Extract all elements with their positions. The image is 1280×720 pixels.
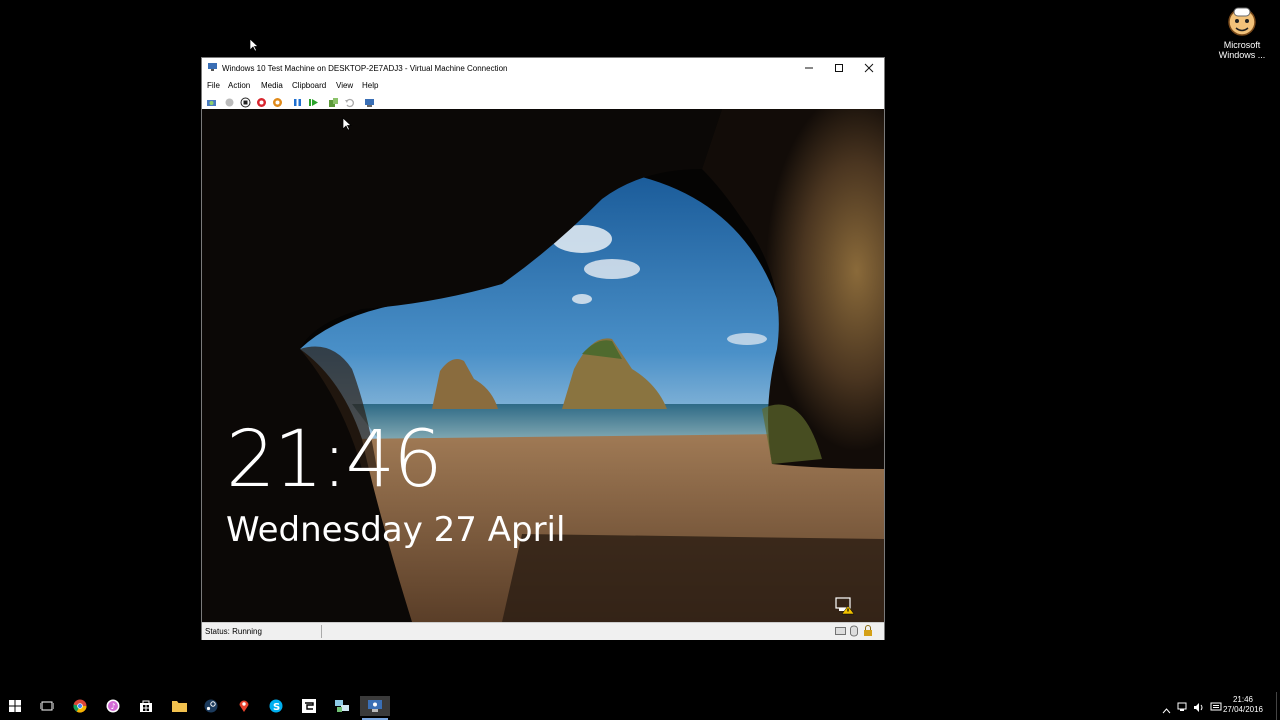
desktop-icon-label-1: Microsoft <box>1223 40 1261 50</box>
show-desktop-button[interactable] <box>1276 692 1280 720</box>
skype-icon[interactable]: S <box>266 696 286 716</box>
network-tray-icon[interactable] <box>1177 700 1189 718</box>
desktop-icon-microsoft-windows[interactable]: Microsoft Windows ... <box>1214 4 1270 60</box>
store-icon[interactable] <box>136 696 156 716</box>
close-button[interactable] <box>854 58 884 78</box>
lock-icon <box>863 625 873 639</box>
vm-connection-window[interactable]: Windows 10 Test Machine on DESKTOP-2E7AD… <box>201 57 885 640</box>
lock-screen-time: 21:46 <box>226 415 443 505</box>
start-button-icon[interactable] <box>5 696 25 716</box>
itunes-icon[interactable]: ♪ <box>103 696 123 716</box>
file-explorer-icon[interactable] <box>169 696 189 716</box>
toolbar <box>202 93 884 108</box>
enhanced-session-icon[interactable] <box>364 95 375 107</box>
window-title: Windows 10 Test Machine on DESKTOP-2E7AD… <box>222 64 508 73</box>
vm-connection-icon <box>208 63 218 72</box>
menu-media[interactable]: Media <box>261 81 283 90</box>
minimize-button[interactable] <box>794 58 824 78</box>
chevron-up-icon[interactable] <box>1162 701 1171 719</box>
checkpoint-icon[interactable] <box>328 95 339 107</box>
save-icon[interactable] <box>272 95 283 107</box>
title-bar[interactable]: Windows 10 Test Machine on DESKTOP-2E7AD… <box>202 58 884 78</box>
status-bar: Status: Running <box>202 622 884 640</box>
turn-off-icon[interactable] <box>240 95 251 108</box>
cartoon-chef-icon <box>1225 4 1259 38</box>
volume-icon[interactable] <box>1193 700 1205 718</box>
mouse-cursor-vm <box>342 117 352 136</box>
hyper-v-icon[interactable] <box>360 696 390 716</box>
menu-file[interactable]: File <box>207 81 220 90</box>
network-warning-icon[interactable] <box>835 597 855 620</box>
taskbar: ♪ S 21:46 27/04/2016 <box>0 692 1280 720</box>
start-icon[interactable] <box>224 95 235 107</box>
tray-date: 27/04/2016 <box>1222 705 1264 714</box>
tray-time: 21:46 <box>1232 695 1254 704</box>
status-text: Status: Running <box>205 627 262 636</box>
menu-view[interactable]: View <box>336 81 353 90</box>
shutdown-icon[interactable] <box>256 95 267 107</box>
menu-help[interactable]: Help <box>362 81 378 90</box>
mouse-icon <box>849 625 859 639</box>
network-app-icon[interactable] <box>332 696 352 716</box>
menu-bar: File Action Media Clipboard View Help <box>202 78 884 92</box>
svg-text:S: S <box>273 702 280 713</box>
desktop-icon-label-2: Windows ... <box>1218 50 1266 60</box>
cortana-app-icon[interactable] <box>299 696 319 716</box>
svg-text:♪: ♪ <box>111 702 116 711</box>
vm-screen[interactable]: 21:46 Wednesday 27 April <box>202 109 884 622</box>
maps-icon[interactable] <box>234 696 254 716</box>
mouse-cursor <box>249 38 259 57</box>
maximize-button[interactable] <box>824 58 854 78</box>
pause-icon[interactable] <box>292 95 303 106</box>
steam-icon[interactable] <box>201 696 221 716</box>
chrome-icon[interactable] <box>70 696 90 716</box>
status-separator <box>321 625 322 638</box>
ctrl-alt-del-icon[interactable] <box>206 95 217 106</box>
revert-icon[interactable] <box>344 95 355 108</box>
reset-icon[interactable] <box>308 95 319 106</box>
keyboard-icon <box>835 626 846 638</box>
tray-clock[interactable]: 21:46 27/04/2016 <box>1218 695 1268 715</box>
lock-screen-date: Wednesday 27 April <box>226 510 566 550</box>
menu-clipboard[interactable]: Clipboard <box>292 81 326 90</box>
menu-action[interactable]: Action <box>228 81 250 90</box>
task-view-icon[interactable] <box>37 696 57 716</box>
